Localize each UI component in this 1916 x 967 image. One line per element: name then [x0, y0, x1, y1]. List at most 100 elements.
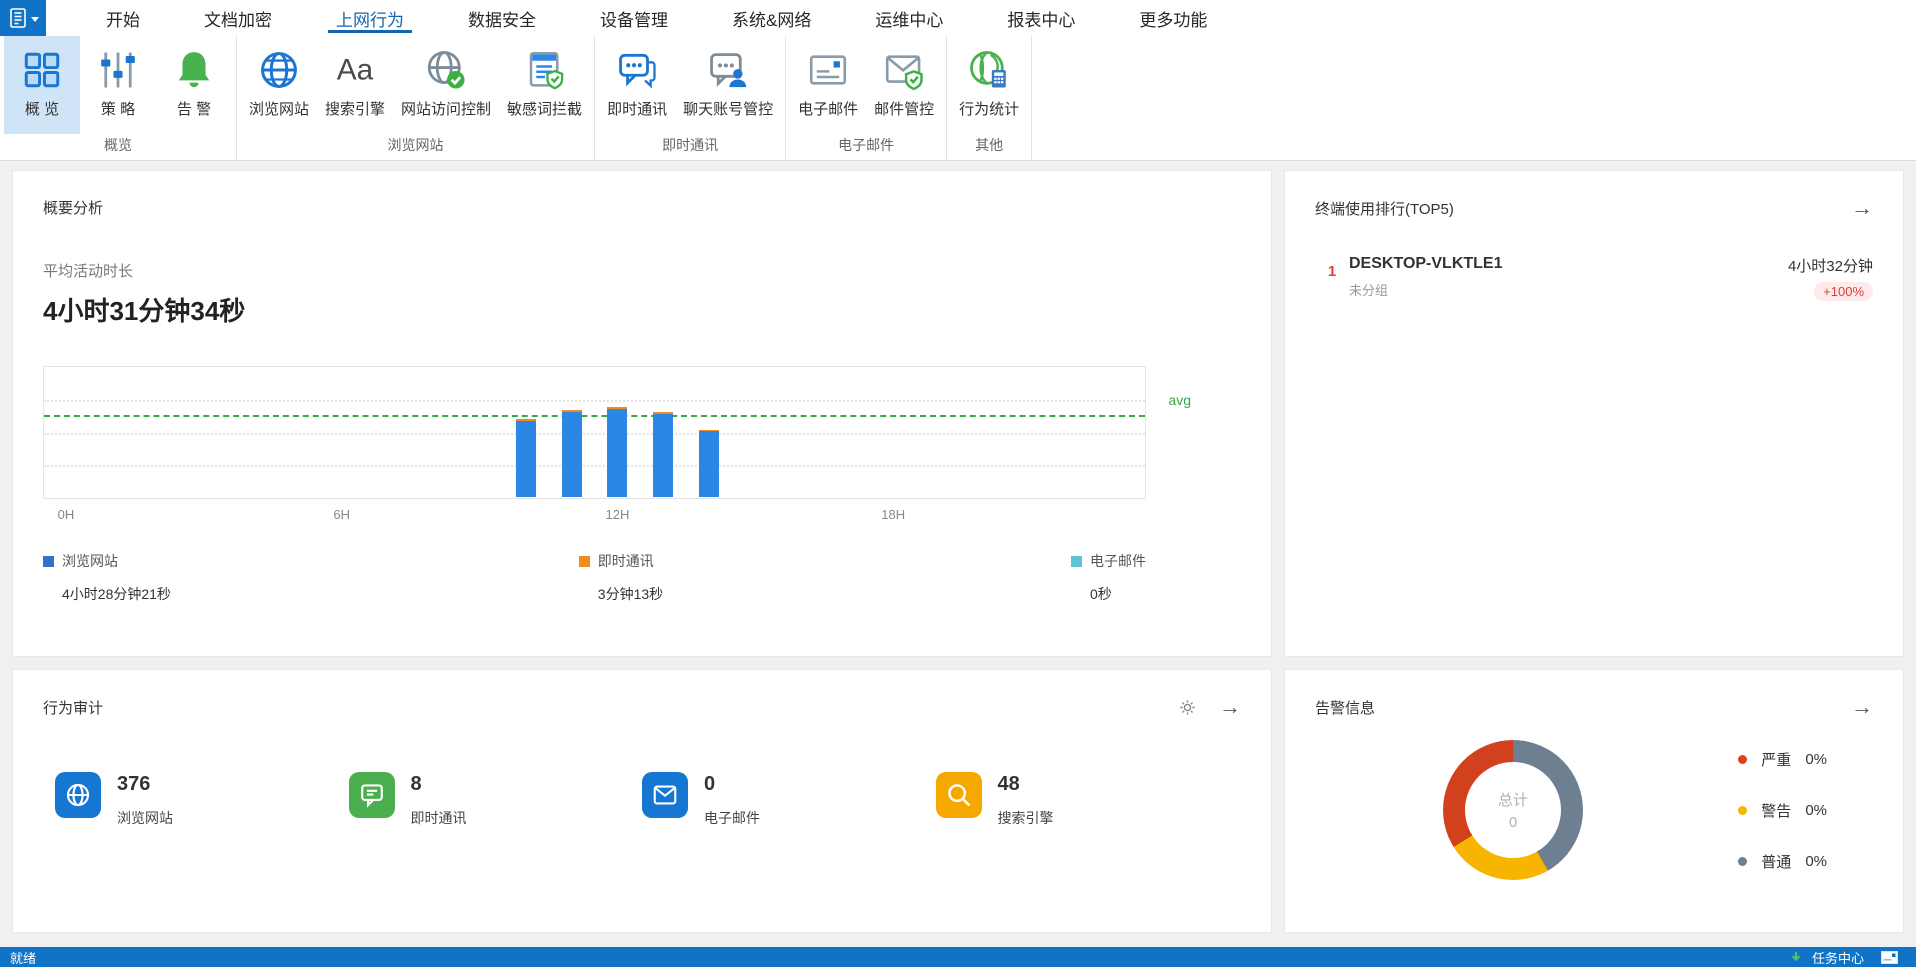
menu-tab-1[interactable]: 开始	[98, 0, 148, 36]
alert-level-name: 警告	[1761, 802, 1792, 820]
chart-gridline	[44, 399, 1145, 402]
legend-item: 电子邮件 0秒	[1070, 551, 1146, 604]
activity-bar-chart: avg	[43, 366, 1191, 499]
legend-name: 即时通讯	[597, 553, 654, 569]
chat-white-icon	[348, 772, 395, 818]
chart-bar	[699, 366, 720, 497]
browse-bar-segment	[653, 413, 674, 497]
chart-bar	[607, 366, 628, 497]
alerts-more-arrow-icon[interactable]: →	[1851, 696, 1873, 718]
menu-tab-6[interactable]: 系统&网络	[724, 0, 819, 36]
alert-level-pct: 0%	[1805, 801, 1827, 819]
sensitive-word-block-icon	[524, 46, 566, 94]
legend-name: 浏览网站	[62, 553, 118, 569]
browse-bar-segment	[515, 420, 536, 497]
chart-x-axis: 0H 6H 12H 18H	[43, 499, 1146, 525]
ribbon-button-label: 概 览	[24, 101, 60, 118]
stat-value: 48	[997, 773, 1020, 795]
menu-tab-bar: 开始 文档加密 上网行为 数据安全 设备管理 系统&网络 运维中心 报表中心 更多功能	[74, 0, 1239, 36]
mail-control-icon	[883, 46, 925, 94]
usage-duration: 4小时32分钟	[1787, 258, 1873, 275]
menu-tab-7[interactable]: 运维中心	[867, 0, 951, 36]
menu-tab-2[interactable]: 文档加密	[196, 0, 280, 36]
ribbon-group-1: 概 览 策 略 告 警概览	[0, 36, 237, 160]
ribbon-group-label: 其他	[975, 137, 1004, 154]
audit-stat-item[interactable]: 376 浏览网站	[55, 772, 349, 828]
x-axis-tick: 12H	[605, 507, 630, 522]
ribbon-button[interactable]: 策 略	[80, 36, 156, 134]
stat-value: 0	[704, 773, 716, 795]
alert-level-name: 严重	[1761, 751, 1792, 769]
summary-panel: 概要分析 平均活动时长 4小时31分钟34秒 avg 0H 6H 12H 18H 浏览…	[12, 170, 1272, 657]
mail-white-icon	[642, 772, 688, 818]
ribbon-button-label: 网站访问控制	[401, 101, 492, 118]
menu-tab-3[interactable]: 上网行为	[328, 0, 412, 36]
ribbon-button-label: 搜索引擎	[325, 101, 386, 118]
ribbon-button[interactable]: 浏览网站	[241, 36, 317, 134]
ribbon-button-label: 告 警	[176, 101, 212, 118]
legend-name: 电子邮件	[1089, 553, 1146, 569]
ribbon-button[interactable]: 告 警	[156, 36, 232, 134]
ribbon-toolbar: 概 览策 略告 警概览 浏览网站 Aa 搜索引擎 网站访问控制 敏感词拦截 浏览网站 即时通讯…	[0, 36, 1916, 161]
alerts-panel-title: 告警信息	[1315, 699, 1376, 717]
ribbon-button[interactable]: 概 览	[4, 36, 80, 135]
x-axis-tick: 0H	[57, 507, 75, 522]
svg-text:Aa: Aa	[337, 54, 374, 87]
legend-item: 浏览网站 4小时28分钟21秒	[43, 551, 171, 604]
ribbon-group-label: 电子邮件	[838, 137, 895, 154]
chart-legend: 浏览网站 4小时28分钟21秒 即时通讯 3分钟13秒 电子邮件 0秒	[43, 551, 1146, 604]
ribbon-button[interactable]: 电子邮件	[790, 36, 866, 134]
avg-activity-value: 4小时31分钟34秒	[43, 296, 246, 326]
app-menu-button[interactable]	[0, 0, 46, 36]
audit-stat-item[interactable]: 48 搜索引擎	[935, 772, 1230, 828]
chart-bar	[653, 366, 674, 497]
stat-label: 即时通讯	[410, 810, 467, 826]
chat-account-control-icon	[707, 46, 749, 94]
task-center-link[interactable]: 任务中心	[1812, 948, 1864, 967]
ribbon-button-label: 浏览网站	[249, 101, 310, 118]
menu-tab-8[interactable]: 报表中心	[999, 0, 1083, 36]
task-window-icon[interactable]	[1881, 950, 1898, 964]
legend-item: 即时通讯 3分钟13秒	[578, 551, 663, 604]
ribbon-button[interactable]: 聊天账号管控	[675, 36, 781, 134]
ribbon-button[interactable]: 网站访问控制	[393, 36, 499, 134]
ribbon-button[interactable]: 邮件管控	[866, 36, 942, 134]
top5-list-item[interactable]: 1 DESKTOP-VLKTLE1 未分组 4小时32分钟 +100%	[1315, 255, 1873, 301]
alerts-panel: 告警信息 → 总计 0 严重 0% 警告 0% 普通 0%	[1284, 669, 1904, 933]
top5-more-arrow-icon[interactable]: →	[1851, 197, 1873, 219]
audit-stat-item[interactable]: 8 即时通讯	[348, 772, 643, 828]
ribbon-button[interactable]: 即时通讯	[599, 36, 675, 134]
im-chat-icon	[616, 46, 658, 94]
menu-tab-5[interactable]: 设备管理	[592, 0, 676, 36]
alert-legend-row: 警告 0%	[1738, 800, 1827, 821]
change-badge: +100%	[1814, 282, 1873, 301]
alerts-total-label: 总计	[1497, 792, 1528, 809]
alerts-total-value: 0	[1508, 814, 1518, 831]
ribbon-button[interactable]: 行为统计	[951, 36, 1027, 134]
activity-chart-area: avg 0H 6H 12H 18H 浏览网站 4小时28分钟21秒 即时通讯 3分钟13秒 电…	[43, 366, 1241, 604]
audit-more-arrow-icon[interactable]: →	[1219, 696, 1241, 718]
chevron-down-icon	[30, 16, 39, 22]
terminal-name: DESKTOP-VLKTLE1	[1349, 255, 1503, 272]
audit-panel-title: 行为审计	[43, 699, 104, 717]
avg-line	[44, 414, 1145, 417]
ribbon-group-3: 即时通讯 聊天账号管控 即时通讯	[595, 36, 787, 160]
ribbon-group-label: 即时通讯	[662, 137, 719, 154]
chart-gridline	[44, 465, 1145, 468]
ribbon-button[interactable]: 敏感词拦截	[499, 36, 590, 134]
audit-stat-item[interactable]: 0 电子邮件	[642, 772, 936, 828]
chart-bar	[515, 366, 536, 497]
alert-legend-dot	[1738, 856, 1748, 866]
legend-swatch	[1070, 555, 1082, 567]
email-icon	[807, 46, 849, 94]
audit-stats-row: 376 浏览网站 8 即时通讯 0 电子邮件 48 搜索引擎	[43, 772, 1241, 828]
stat-label: 电子邮件	[704, 810, 760, 826]
gear-icon[interactable]	[1178, 698, 1197, 717]
dashboard-content: 概要分析 平均活动时长 4小时31分钟34秒 avg 0H 6H 12H 18H 浏览…	[0, 161, 1916, 947]
alert-legend-dot	[1738, 754, 1748, 764]
ribbon-button[interactable]: Aa 搜索引擎	[317, 36, 393, 134]
menu-tab-9[interactable]: 更多功能	[1131, 0, 1215, 36]
top5-panel-title: 终端使用排行(TOP5)	[1315, 200, 1454, 218]
avg-activity-label: 平均活动时长	[43, 263, 134, 280]
menu-tab-4[interactable]: 数据安全	[460, 0, 544, 36]
